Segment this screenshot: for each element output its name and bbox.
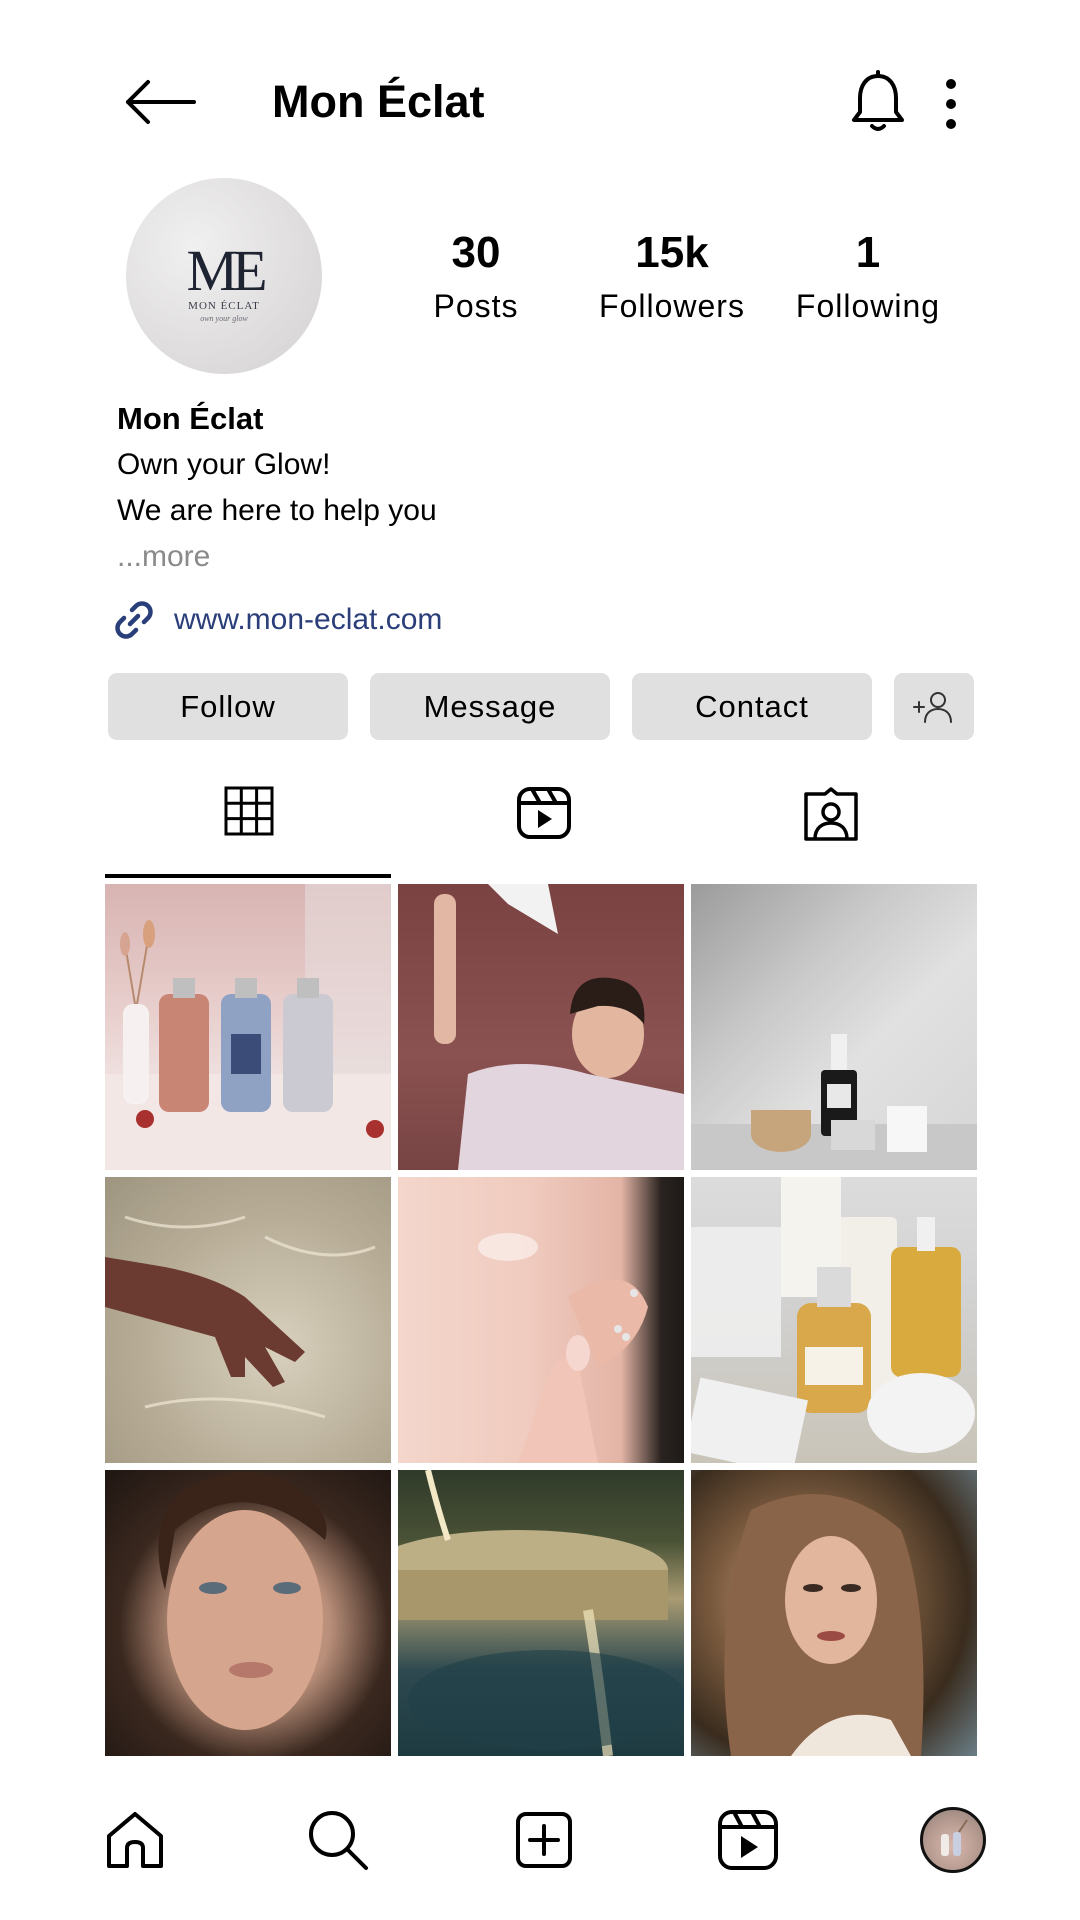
tab-tagged[interactable] <box>691 770 977 878</box>
post-thumbnail[interactable] <box>398 1177 684 1463</box>
profile-tabs <box>105 770 977 878</box>
tab-posts-grid[interactable] <box>105 770 391 878</box>
add-person-icon <box>913 692 952 723</box>
search-icon[interactable] <box>306 1808 370 1872</box>
profile-avatar[interactable]: ME MON ÉCLAT own your glow <box>126 178 322 374</box>
bottom-nav <box>0 1790 1080 1900</box>
website-link-text[interactable]: www.mon-eclat.com <box>174 603 442 637</box>
bio: Mon Éclat Own your Glow! We are here to … <box>117 396 977 580</box>
posts-stat[interactable]: 30 Posts <box>386 228 566 326</box>
post-thumbnail[interactable] <box>691 884 977 1170</box>
link-icon <box>115 601 153 639</box>
bio-more-link[interactable]: ...more <box>117 534 977 580</box>
post-thumbnail[interactable] <box>398 884 684 1170</box>
logo-tagline: own your glow <box>200 314 248 323</box>
tab-reels[interactable] <box>398 770 684 878</box>
website-link[interactable]: www.mon-eclat.com <box>112 596 442 644</box>
add-person-button[interactable] <box>894 673 974 740</box>
post-thumbnail[interactable] <box>105 884 391 1170</box>
logo-name: MON ÉCLAT <box>188 300 260 312</box>
tagged-person-icon <box>804 787 858 841</box>
follow-button[interactable]: Follow <box>108 673 348 740</box>
home-icon[interactable] <box>103 1808 167 1872</box>
logo-monogram: ME <box>186 238 268 303</box>
posts-count: 30 <box>451 228 501 277</box>
contact-button[interactable]: Contact <box>632 673 872 740</box>
grid-icon <box>224 786 274 836</box>
post-thumbnail[interactable] <box>105 1177 391 1463</box>
reels-icon[interactable] <box>716 1808 780 1872</box>
post-thumbnail[interactable] <box>691 1177 977 1463</box>
bio-line-1: Own your Glow! <box>117 448 331 481</box>
page-title: Mon Éclat <box>272 76 485 127</box>
post-thumbnail[interactable] <box>691 1470 977 1756</box>
bell-icon[interactable] <box>848 70 908 136</box>
back-arrow-icon[interactable] <box>118 72 198 132</box>
profile-name: Mon Éclat <box>117 401 264 436</box>
bio-line-2: We are here to help you <box>117 494 437 527</box>
posts-label: Posts <box>433 288 519 324</box>
reels-icon <box>517 787 571 839</box>
followers-count: 15k <box>635 228 709 277</box>
posts-grid <box>105 884 978 1757</box>
followers-stat[interactable]: 15k Followers <box>582 228 762 326</box>
top-bar: Mon Éclat <box>0 0 1080 200</box>
create-post-icon[interactable] <box>512 1808 576 1872</box>
post-thumbnail[interactable] <box>105 1470 391 1756</box>
following-count: 1 <box>855 228 881 277</box>
message-button[interactable]: Message <box>370 673 610 740</box>
more-vertical-icon[interactable] <box>936 74 966 134</box>
following-label: Following <box>795 288 941 324</box>
followers-label: Followers <box>599 288 745 324</box>
following-stat[interactable]: 1 Following <box>778 228 958 326</box>
active-tab-indicator <box>105 874 391 878</box>
post-thumbnail[interactable] <box>398 1470 684 1756</box>
profile-avatar[interactable] <box>920 1807 986 1873</box>
